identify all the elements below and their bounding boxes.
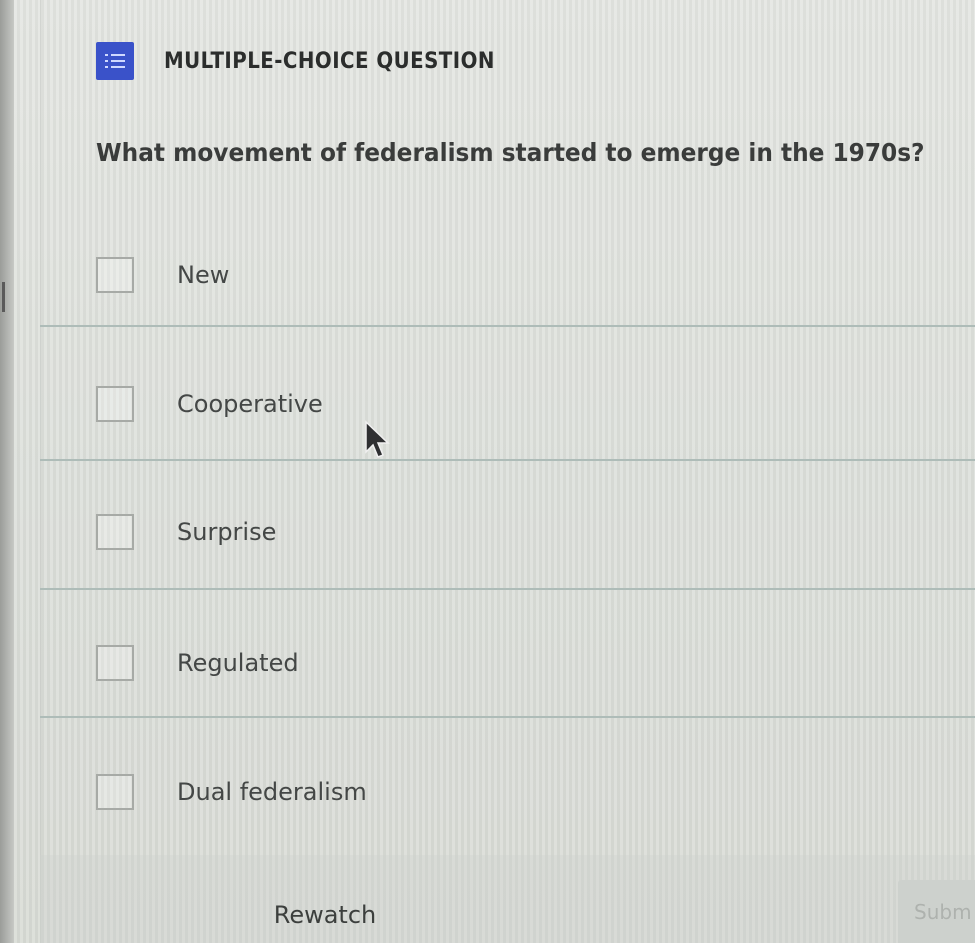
divider [40,588,975,590]
submit-button[interactable]: Subm [898,880,975,943]
bezel-mark [2,282,5,312]
checkbox[interactable] [96,514,134,550]
option-label: New [177,261,230,289]
option-label: Dual federalism [177,778,367,806]
divider [40,459,975,461]
question-type-label: MULTIPLE-CHOICE QUESTION [164,48,495,74]
option-label: Surprise [177,518,277,546]
divider [40,716,975,718]
checkbox[interactable] [96,257,134,293]
mouse-cursor-icon [364,420,394,460]
option-regulated[interactable]: Regulated [40,631,975,761]
option-label: Cooperative [177,390,323,418]
option-surprise[interactable]: Surprise [40,500,975,630]
list-icon [96,42,134,80]
checkbox[interactable] [96,774,134,810]
question-text: What movement of federalism started to e… [96,138,925,167]
option-cooperative[interactable]: Cooperative [40,372,975,502]
divider [40,325,975,327]
checkbox[interactable] [96,645,134,681]
monitor-bezel [0,0,14,943]
rewatch-button[interactable]: Rewatch [255,890,395,940]
footer-bar [40,855,975,943]
option-new[interactable]: New [40,243,975,373]
question-header: MULTIPLE-CHOICE QUESTION [96,42,532,80]
option-label: Regulated [177,649,299,677]
checkbox[interactable] [96,386,134,422]
